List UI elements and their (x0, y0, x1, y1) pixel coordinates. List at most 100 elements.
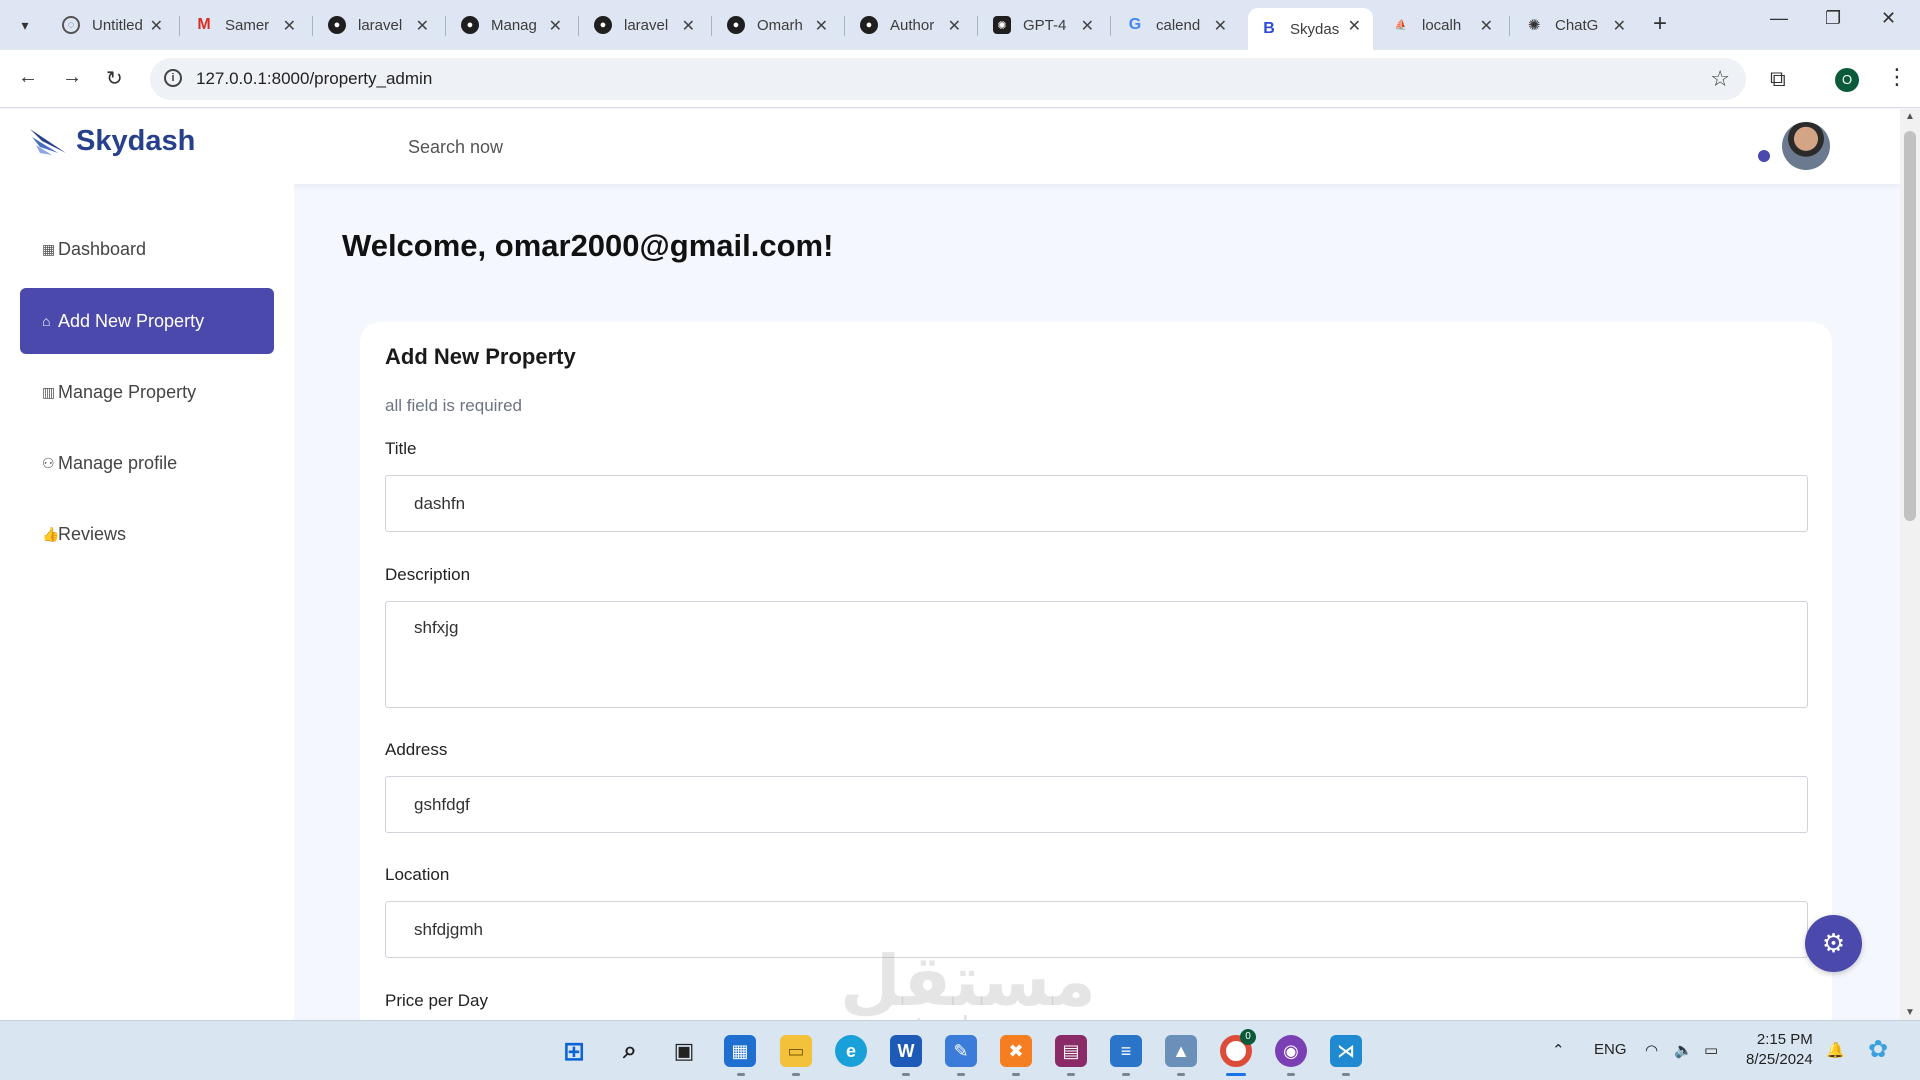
close-tab-icon[interactable]: ✕ (549, 16, 562, 36)
close-tab-icon[interactable]: ✕ (1214, 16, 1227, 36)
notification-dot-icon[interactable] (1758, 150, 1770, 162)
site-info-icon[interactable]: i (164, 69, 182, 87)
github-icon: ● (328, 16, 346, 34)
word-icon[interactable]: W (890, 1035, 922, 1067)
tab-search-chevron-icon[interactable]: ▾ (8, 9, 42, 41)
scroll-up-arrow-icon[interactable]: ▲ (1905, 111, 1915, 122)
thumbs-up-icon: 👍 (42, 525, 60, 542)
price-label: Price per Day (385, 991, 488, 1010)
brand-logo[interactable]: Skydash (28, 123, 195, 159)
windows-taskbar: ⊞ ⌕ ▣ ▦ ▭ e W ✎ ✖ ▤ ≡ ▲ 0 ◉ ⋊ ⌃ ENG ◠ 🔈 … (0, 1020, 1920, 1080)
search-icon[interactable]: ⌕ (614, 1035, 646, 1067)
location-label: Location (385, 865, 450, 884)
close-tab-icon[interactable]: ✕ (1081, 16, 1094, 36)
microsoft-store-icon[interactable]: ▦ (724, 1035, 756, 1067)
window-close-icon[interactable]: ✕ (1881, 8, 1896, 29)
edge-browser-icon[interactable]: e (835, 1035, 867, 1067)
sidebar-item-dashboard[interactable]: ▦ Dashboard (20, 216, 274, 282)
sidebar-item-add-new-property[interactable]: ⌂ Add New Property (20, 288, 274, 354)
new-tab-plus-icon[interactable]: + (1653, 10, 1667, 38)
browser-tab[interactable]: M Samer ✕ (183, 8, 308, 42)
browser-menu-icon[interactable]: ⋮ (1886, 64, 1908, 90)
address-label: Address (385, 740, 448, 759)
tab-separator (1509, 16, 1510, 36)
browser-toolbar: ← → ↻ i 127.0.0.1:8000/property_admin ☆ (0, 50, 1920, 108)
address-bar[interactable]: i 127.0.0.1:8000/property_admin ☆ (150, 58, 1746, 100)
scroll-down-arrow-icon[interactable]: ▼ (1905, 1007, 1915, 1018)
task-view-icon[interactable]: ▣ (668, 1035, 700, 1067)
users-icon: ⚇ (42, 454, 55, 471)
sidebar-item-label: Manage Property (58, 381, 197, 402)
browser-tab[interactable]: ● Manag ✕ (449, 8, 574, 42)
close-tab-icon[interactable]: ✕ (682, 16, 695, 36)
close-tab-icon[interactable]: ✕ (416, 16, 429, 36)
forward-arrow-icon[interactable]: → (62, 66, 82, 89)
close-tab-icon[interactable]: ✕ (1613, 16, 1626, 36)
add-property-form-card: Add New Property all field is required T… (360, 322, 1832, 1042)
running-indicator (1177, 1073, 1185, 1076)
browser-tab[interactable]: ● laravel ✕ (582, 8, 707, 42)
battery-icon[interactable]: ▭ (1704, 1041, 1718, 1059)
extensions-puzzle-icon[interactable]: ⧉ (1770, 66, 1786, 92)
windows-start-icon[interactable]: ⊞ (558, 1035, 590, 1067)
close-tab-icon[interactable]: ✕ (1348, 16, 1361, 36)
close-tab-icon[interactable]: ✕ (150, 16, 163, 36)
vscode-icon[interactable]: ⋊ (1330, 1035, 1362, 1067)
restore-icon[interactable]: ❐ (1825, 8, 1841, 29)
winrar-icon[interactable]: ▤ (1055, 1035, 1087, 1067)
copilot-icon[interactable]: ✿ (1868, 1035, 1888, 1064)
browser-tab[interactable]: ⛵ localh ✕ (1380, 8, 1505, 42)
notifications-bell-icon[interactable]: 🔔 (1826, 1041, 1845, 1059)
page-scrollbar[interactable]: ▲ ▼ (1900, 109, 1920, 1020)
search-input[interactable]: Search now (408, 137, 503, 158)
close-tab-icon[interactable]: ✕ (948, 16, 961, 36)
location-input[interactable]: shfdjgmh (385, 901, 1808, 958)
bootstrap-icon: B (1263, 20, 1275, 37)
volume-icon[interactable]: 🔈 (1674, 1041, 1693, 1059)
browser-tab[interactable]: G calend ✕ (1114, 8, 1239, 42)
reload-icon[interactable]: ↻ (106, 66, 123, 91)
scroll-thumb[interactable] (1904, 131, 1916, 521)
browser-tab[interactable]: ✺ GPT-4 ✕ (981, 8, 1106, 42)
browser-tab[interactable]: ● Omarh ✕ (715, 8, 840, 42)
github-desktop-icon[interactable]: ◉ (1275, 1035, 1307, 1067)
bookmark-star-icon[interactable]: ☆ (1710, 66, 1730, 92)
browser-tab[interactable]: ✺ ChatG ✕ (1513, 8, 1638, 42)
sidebar-item-manage-profile[interactable]: ⚇ Manage profile (20, 430, 274, 496)
minimize-icon[interactable]: — (1770, 8, 1788, 29)
show-hidden-icons-chevron-icon[interactable]: ⌃ (1552, 1041, 1565, 1059)
sidebar-item-manage-property[interactable]: ▥ Manage Property (20, 359, 274, 425)
xampp-icon[interactable]: ✖ (1000, 1035, 1032, 1067)
settings-gear-button[interactable]: ⚙ (1805, 915, 1862, 972)
browser-tab[interactable]: ● Author ✕ (848, 8, 973, 42)
paint-icon[interactable]: ✎ (945, 1035, 977, 1067)
close-tab-icon[interactable]: ✕ (815, 16, 828, 36)
phpmyadmin-icon: ⛵ (1394, 19, 1408, 31)
file-explorer-icon[interactable]: ▭ (780, 1035, 812, 1067)
notepad-icon[interactable]: ≡ (1110, 1035, 1142, 1067)
system-clock[interactable]: 2:15 PM 8/25/2024 (1746, 1030, 1813, 1070)
back-arrow-icon[interactable]: ← (18, 66, 38, 89)
wifi-icon[interactable]: ◠ (1645, 1041, 1658, 1059)
url-text[interactable]: 127.0.0.1:8000/property_admin (196, 69, 432, 89)
page-title: Welcome, omar2000@gmail.com! (342, 228, 834, 263)
browser-tab[interactable]: ◌ Untitled ✕ (50, 8, 175, 42)
sidebar-item-reviews[interactable]: 👍 Reviews (20, 501, 274, 567)
user-avatar[interactable] (1782, 122, 1830, 170)
sidebar-item-label: Manage profile (58, 452, 178, 473)
title-input[interactable]: dashfn (385, 475, 1808, 532)
language-indicator[interactable]: ENG (1594, 1041, 1627, 1058)
description-textarea[interactable]: shfxjg (385, 601, 1808, 708)
browser-tab-active[interactable]: B Skydas ✕ (1248, 8, 1373, 50)
browser-profile-avatar[interactable]: O (1835, 68, 1859, 92)
running-indicator (1122, 1073, 1130, 1076)
browser-tab[interactable]: ● laravel ✕ (316, 8, 441, 42)
address-input[interactable]: gshfdgf (385, 776, 1808, 833)
close-tab-icon[interactable]: ✕ (283, 16, 296, 36)
tab-separator (844, 16, 845, 36)
clock-time: 2:15 PM (1756, 1031, 1813, 1048)
image-viewer-icon[interactable]: ▲ (1165, 1035, 1197, 1067)
sidebar-item-label: Dashboard (58, 238, 147, 259)
tab-separator (445, 16, 446, 36)
close-tab-icon[interactable]: ✕ (1480, 16, 1493, 36)
